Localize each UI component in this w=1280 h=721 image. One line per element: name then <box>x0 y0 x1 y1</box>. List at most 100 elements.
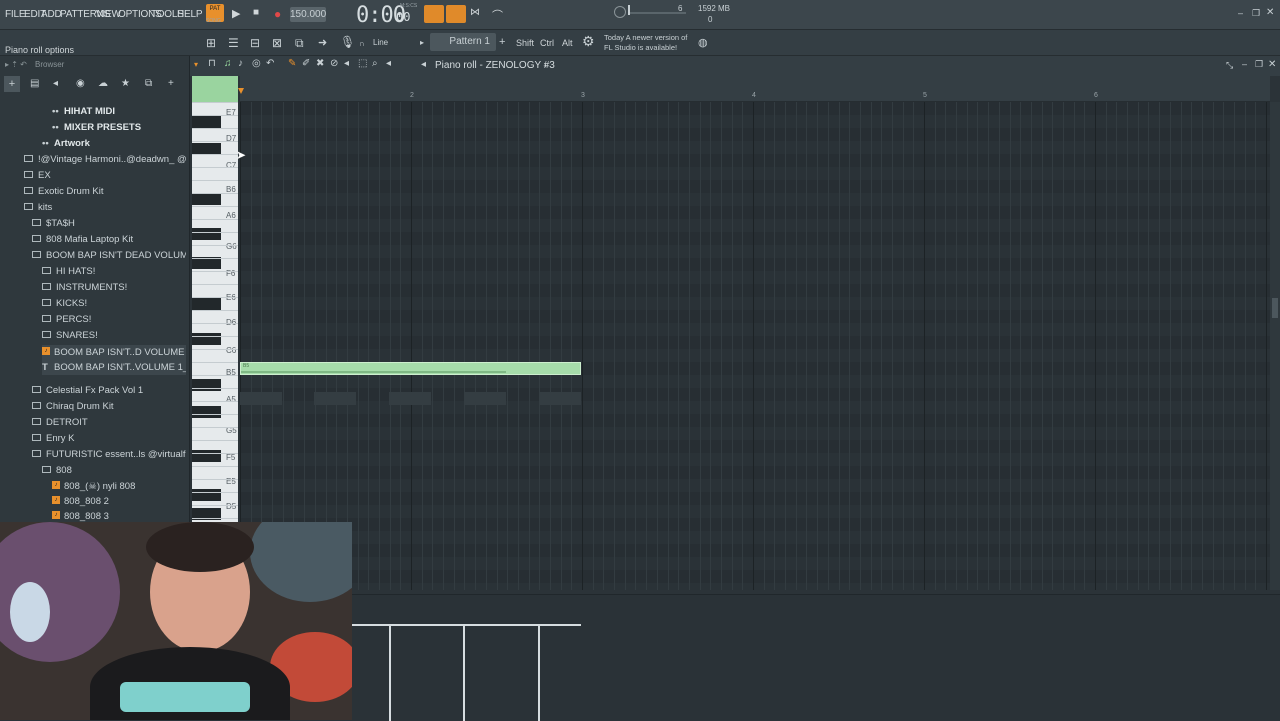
browser-item[interactable]: •• Artwork <box>42 136 196 151</box>
playlist-icon[interactable]: ⊞ <box>206 36 216 50</box>
velocity-stem[interactable] <box>389 624 391 721</box>
pr-close-icon[interactable]: ✕ <box>1268 59 1276 70</box>
browser-item[interactable]: Enry K <box>32 431 186 446</box>
piano-roll-menu-icon[interactable]: ▾ <box>194 60 198 69</box>
browser-toggle-icon[interactable]: ⧉ <box>295 36 304 51</box>
browser-add-icon[interactable]: + <box>4 76 20 92</box>
speaker-green-icon[interactable]: ♫ <box>224 58 232 69</box>
browser-item[interactable]: T BOOM BAP ISN'T..VOLUME 1_README <box>42 360 186 375</box>
browser-item[interactable]: BOOM BAP ISN'T DEAD VOLUME 1 <box>32 248 186 263</box>
browser-item[interactable]: Chiraq Drum Kit <box>32 399 186 414</box>
black-key[interactable] <box>192 116 221 128</box>
browser-item[interactable]: •• MIXER PRESETS <box>52 120 196 135</box>
black-key[interactable] <box>192 193 221 205</box>
detach-icon[interactable]: ⤡ <box>1226 60 1233 71</box>
pattern-prev-icon[interactable]: ▸ <box>420 38 424 47</box>
browser-item[interactable]: FUTURISTIC essent..ls @virtualflavor <box>32 447 186 462</box>
globe-icon[interactable]: ◍ <box>698 36 708 49</box>
pr-maximize-icon[interactable]: ❐ <box>1255 59 1263 70</box>
loop-record-icon[interactable]: ⌒ <box>492 7 503 23</box>
snap-label[interactable]: Line <box>373 38 388 47</box>
piano-roll-icon[interactable]: ⊟ <box>250 36 260 50</box>
browser-item[interactable]: HI HATS! <box>42 264 186 279</box>
blend-notes-icon[interactable]: ⋈ <box>470 7 480 18</box>
event-editor[interactable] <box>352 594 1280 721</box>
minimize-icon[interactable]: – <box>1238 8 1243 18</box>
vertical-scrollbar[interactable] <box>1270 102 1280 590</box>
black-key[interactable] <box>192 450 221 462</box>
record-icon[interactable]: ● <box>274 7 281 21</box>
target-icon[interactable]: ◎ <box>252 58 261 69</box>
browser-item[interactable]: 808 Mafia Laptop Kit <box>32 232 186 247</box>
browser-nav-icon[interactable]: ▸ ⇡ ↶ <box>5 60 27 69</box>
piano-keyboard[interactable]: E7D7C7B6A6G6F6E6D6C6B5A5G5F5E5D5 <box>192 102 238 522</box>
browser-item[interactable]: PERCS! <box>42 312 186 327</box>
shift-key[interactable]: Shift <box>516 38 534 48</box>
tempo-display[interactable]: 150.000 <box>290 7 326 22</box>
browser-plugin-icon[interactable]: ◉ <box>76 78 85 89</box>
browser-item[interactable]: Exotic Drum Kit <box>24 184 186 199</box>
note-b5[interactable]: B5 <box>240 362 581 375</box>
playhead-marker[interactable] <box>238 88 244 94</box>
browser-item[interactable]: ♪ 808_(☠) nyli 808 <box>52 479 186 494</box>
menu-add[interactable]: ADD <box>41 9 62 20</box>
browser-item[interactable]: INSTRUMENTS! <box>42 280 186 295</box>
black-key[interactable] <box>192 379 221 391</box>
browser-item[interactable]: ♪ BOOM BAP ISN'T..D VOLUME 1_DEMO <box>42 345 186 360</box>
browser-star-icon[interactable]: ★ <box>121 78 130 89</box>
alt-key[interactable]: Alt <box>562 38 573 48</box>
browser-item[interactable]: !@Vintage Harmoni..@deadwn_ @1mvnti <box>24 152 186 167</box>
pencil-icon[interactable]: ✎ <box>288 58 296 69</box>
menu-file[interactable]: FILE <box>5 9 26 20</box>
black-key[interactable] <box>192 228 221 240</box>
browser-item[interactable]: SNARES! <box>42 328 186 343</box>
pattern-selector[interactable]: Pattern 1 <box>430 33 496 51</box>
browser-item[interactable]: KICKS! <box>42 296 186 311</box>
mute-icon[interactable]: ⊘ <box>330 58 338 69</box>
menu-help[interactable]: HELP <box>177 9 203 20</box>
mixer-icon[interactable]: ⊠ <box>272 36 282 50</box>
ruler-corner[interactable] <box>192 76 238 102</box>
velocity-stem[interactable] <box>463 624 465 721</box>
pr-minimize-icon[interactable]: – <box>1242 59 1247 69</box>
browser-more-icon[interactable]: + <box>168 78 174 89</box>
slide-icon[interactable]: ♪ <box>238 58 243 69</box>
arrow-right-icon[interactable]: ➜ <box>318 36 327 49</box>
playback-icon[interactable]: ◂ <box>386 58 391 69</box>
slice-icon[interactable]: ◂ <box>344 58 349 69</box>
metronome-button[interactable] <box>424 5 444 23</box>
black-key[interactable] <box>192 298 221 310</box>
velocity-stem[interactable] <box>538 624 540 721</box>
close-icon[interactable]: ✕ <box>1266 7 1274 18</box>
add-pattern-icon[interactable]: + <box>499 36 505 48</box>
undo-icon[interactable]: ↶ <box>266 58 274 69</box>
browser-item[interactable]: •• HIHAT MIDI <box>52 104 196 119</box>
restore-icon[interactable]: ❐ <box>1252 8 1260 19</box>
news-panel[interactable]: Today A newer version of FL Studio is av… <box>604 33 687 53</box>
play-icon[interactable]: ▶ <box>232 7 240 20</box>
target-speaker-icon[interactable]: ◂ <box>421 59 426 70</box>
browser-item[interactable]: DETROIT <box>32 415 186 430</box>
stop-icon[interactable]: ■ <box>253 7 259 18</box>
ctrl-key[interactable]: Ctrl <box>540 38 554 48</box>
black-key[interactable] <box>192 489 221 501</box>
browser-file-icon[interactable]: ▤ <box>30 78 39 89</box>
note-grid[interactable] <box>240 102 1270 590</box>
master-pitch-knob[interactable] <box>614 6 626 18</box>
browser-cloud-icon[interactable]: ☁ <box>98 78 108 89</box>
browser-tag-icon[interactable]: ⧉ <box>145 78 152 89</box>
browser-item[interactable]: Celestial Fx Pack Vol 1 <box>32 383 186 398</box>
title-chevron-icon[interactable]: › <box>544 60 547 70</box>
countdown-button[interactable] <box>446 5 466 23</box>
black-key[interactable] <box>192 333 221 345</box>
browser-item[interactable]: 808 <box>42 463 186 478</box>
browser-item[interactable]: $TA$H <box>32 216 186 231</box>
browser-item[interactable]: ♪ 808_808 2 <box>52 494 186 509</box>
paint-icon[interactable]: ✐ <box>302 58 310 69</box>
news-icon[interactable]: ⚙ <box>582 33 595 50</box>
browser-item[interactable]: kits <box>24 200 186 215</box>
magnet-icon[interactable]: ⊓ <box>208 58 216 69</box>
browser-item[interactable]: EX <box>24 168 186 183</box>
channel-rack-icon[interactable]: ☰ <box>228 36 239 50</box>
delete-icon[interactable]: ✖ <box>316 58 324 69</box>
